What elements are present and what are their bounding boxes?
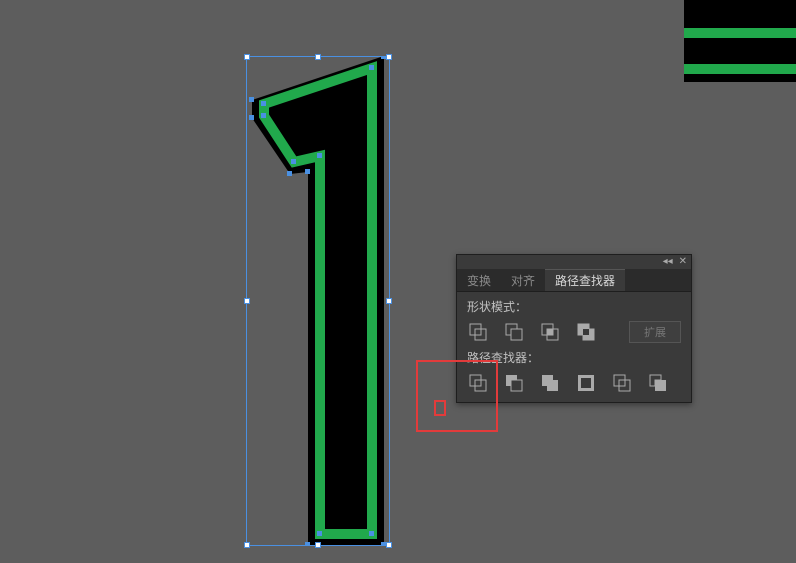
resize-handle[interactable] [315, 54, 321, 60]
minus-back-icon[interactable] [647, 372, 669, 394]
swatch-bar [684, 64, 796, 74]
unite-icon[interactable] [467, 321, 489, 343]
trim-icon[interactable] [503, 372, 525, 394]
outline-icon[interactable] [611, 372, 633, 394]
expand-button[interactable]: 扩展 [629, 321, 681, 343]
pathfinders-label: 路径查找器： [467, 349, 681, 366]
tab-pathfinder[interactable]: 路径查找器 [545, 269, 625, 291]
resize-handle[interactable] [386, 298, 392, 304]
merge-icon[interactable] [539, 372, 561, 394]
resize-handle[interactable] [315, 542, 321, 548]
panel-close-icon[interactable]: ✕ [679, 257, 687, 267]
shape-modes-row: 扩展 [467, 319, 681, 349]
annotation-box [416, 360, 498, 432]
swatch-preview [684, 0, 796, 82]
tab-align[interactable]: 对齐 [501, 269, 545, 291]
crop-icon[interactable] [575, 372, 597, 394]
swatch-bar [684, 28, 796, 38]
resize-handle[interactable] [386, 54, 392, 60]
shape-modes-label: 形状模式： [467, 298, 681, 315]
resize-handle[interactable] [244, 54, 250, 60]
annotation-box-inner [434, 400, 446, 416]
resize-handle[interactable] [244, 298, 250, 304]
exclude-icon[interactable] [575, 321, 597, 343]
minus-front-icon[interactable] [503, 321, 525, 343]
selection-bounding-box[interactable] [246, 56, 390, 546]
tab-transform[interactable]: 变换 [457, 269, 501, 291]
canvas[interactable]: ◂◂ ✕ 变换 对齐 路径查找器 形状模式： [0, 0, 796, 563]
resize-handle[interactable] [244, 542, 250, 548]
panel-header: ◂◂ ✕ [457, 255, 691, 269]
resize-handle[interactable] [386, 542, 392, 548]
pathfinders-row [467, 370, 681, 400]
panel-collapse-icon[interactable]: ◂◂ [663, 257, 673, 267]
intersect-icon[interactable] [539, 321, 561, 343]
panel-tabs: 变换 对齐 路径查找器 [457, 269, 691, 292]
